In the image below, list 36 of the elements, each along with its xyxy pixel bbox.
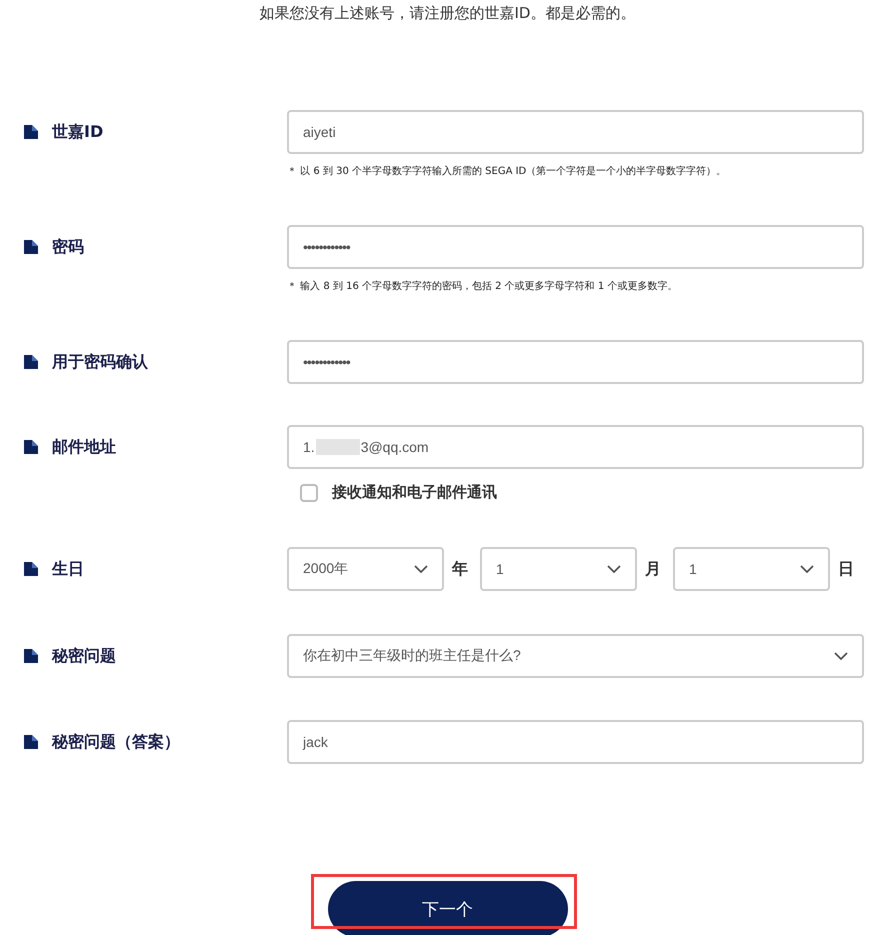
intro-text: 如果您没有上述账号，请注册您的世嘉ID。都是必需的。 <box>258 3 636 24</box>
dropdown[interactable]: 1 <box>673 547 830 591</box>
chevron-down-icon <box>414 565 428 573</box>
field-label: 生日 <box>52 558 84 580</box>
label-marker-icon <box>24 649 38 663</box>
unit-label: 日 <box>838 558 855 580</box>
label-marker-icon <box>24 440 38 454</box>
next-button[interactable]: 下一个 <box>328 881 568 935</box>
input-field[interactable]: aiyeti <box>287 110 864 154</box>
hint-text: ＊ 输入 8 到 16 个字母数字字符的密码，包括 2 个或更多字母字符和 1 个或更多数字。 <box>287 280 678 293</box>
field-label: 世嘉ID <box>52 122 104 142</box>
unit-label: 月 <box>645 558 662 580</box>
dropdown[interactable]: 1 <box>480 547 637 591</box>
hint-text: ＊ 以 6 到 30 个半字母数字字符输入所需的 SEGA ID（第一个字符是一个小的半字母数字字符）。 <box>287 164 728 178</box>
checkbox-label: 接收通知和电子邮件通讯 <box>332 483 497 502</box>
unit-label: 年 <box>452 558 469 580</box>
field-label: 用于密码确认 <box>52 352 148 372</box>
label-marker-icon <box>24 355 38 369</box>
field-label: 邮件地址 <box>52 436 116 458</box>
field-label: 秘密问题 <box>52 646 116 666</box>
chevron-down-icon <box>834 652 848 660</box>
label-marker-icon <box>24 125 38 139</box>
chevron-down-icon <box>800 565 814 573</box>
field-label: 密码 <box>52 236 84 258</box>
dropdown[interactable]: 2000年 <box>287 547 444 591</box>
checkbox[interactable] <box>300 484 318 502</box>
dropdown[interactable]: 你在初中三年级时的班主任是什么? <box>287 634 864 678</box>
chevron-down-icon <box>607 565 621 573</box>
input-field[interactable]: jack <box>287 720 864 764</box>
email-field[interactable]: 1. 3@qq.com <box>287 425 864 469</box>
input-field[interactable]: •••••••••••• <box>287 340 864 384</box>
field-label: 秘密问题（答案） <box>52 732 180 752</box>
label-marker-icon <box>24 240 38 254</box>
label-marker-icon <box>24 735 38 749</box>
label-marker-icon <box>24 562 38 576</box>
input-field[interactable]: •••••••••••• <box>287 225 864 269</box>
